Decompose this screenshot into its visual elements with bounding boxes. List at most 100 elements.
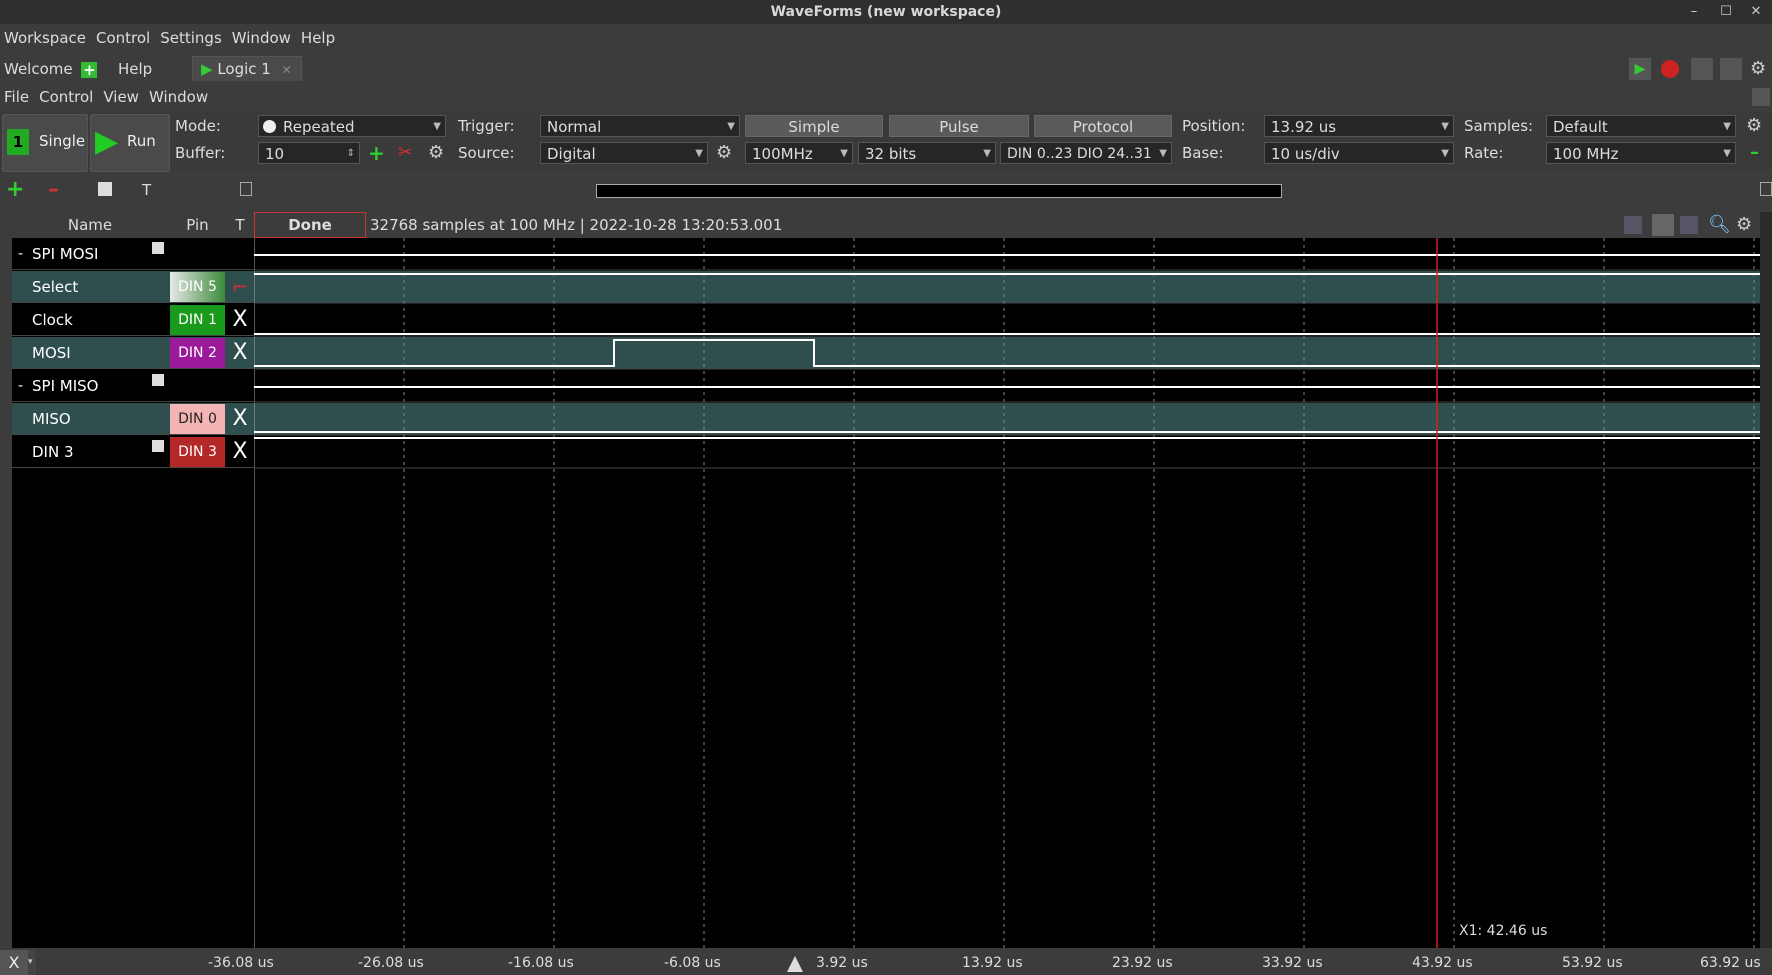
samples-label: Samples: — [1464, 117, 1534, 135]
rate-label: Rate: — [1464, 144, 1504, 162]
pin-badge: DIN 1 — [170, 305, 225, 335]
vertical-scrollbar[interactable] — [1760, 212, 1772, 948]
trigger-ignore-icon[interactable]: X — [226, 403, 254, 435]
minimize-icon[interactable]: – — [1682, 0, 1706, 24]
time-tick: 13.92 us — [962, 955, 1023, 971]
menu-settings[interactable]: Settings — [156, 27, 228, 49]
tab-simple[interactable]: Simple — [745, 115, 883, 137]
channel-row[interactable]: Select DIN 5 ⌐ — [0, 271, 254, 303]
run-all-icon[interactable]: ▶ — [1629, 58, 1651, 80]
maximize-icon[interactable]: ☐ — [1714, 0, 1738, 24]
scissors-icon[interactable]: ✂ — [398, 142, 413, 164]
add-icon[interactable]: + — [81, 61, 98, 78]
trigger-ignore-icon[interactable]: X — [226, 436, 254, 468]
menu-window-sub[interactable]: Window — [145, 86, 214, 108]
single-icon: 1 — [7, 129, 29, 155]
stepper-icon[interactable]: ⇕ — [347, 143, 355, 165]
trigger-select[interactable]: Normal ▼ — [540, 115, 740, 137]
acquisition-toolbar: 1 Single ▶ Run Mode: Repeated ▼ Buffer: 1… — [0, 112, 1772, 172]
tile-icon[interactable] — [1720, 58, 1742, 80]
cascade-icon[interactable] — [1691, 58, 1713, 80]
channel-list-header: Name Pin T — [0, 212, 254, 238]
chevron-down-icon[interactable]: ▾ — [28, 950, 36, 975]
text-tool-icon[interactable]: T — [142, 178, 151, 202]
panel-toggle-icon[interactable] — [240, 182, 252, 196]
menu-view[interactable]: View — [99, 86, 145, 108]
tab-welcome[interactable]: Welcome + — [4, 56, 98, 82]
tab-pulse[interactable]: Pulse — [889, 115, 1029, 137]
channel-row[interactable]: MISO DIN 0 X — [0, 403, 254, 435]
source-select[interactable]: Digital ▼ — [540, 142, 708, 164]
time-tick: 63.92 us — [1700, 955, 1761, 971]
add-channel-icon[interactable]: + — [6, 178, 24, 202]
edit-icon[interactable] — [98, 182, 112, 196]
panel-toggle-right-icon[interactable] — [1760, 182, 1772, 196]
tab-protocol[interactable]: Protocol — [1034, 115, 1172, 137]
trigger-ignore-icon[interactable]: X — [226, 304, 254, 336]
waveform-plot[interactable]: X1: 42.46 us — [254, 238, 1760, 948]
samples-select[interactable]: Default ▼ — [1546, 115, 1736, 137]
zoom-right-icon[interactable] — [1680, 216, 1698, 234]
channel-group-row[interactable]: - SPI MOSI — [0, 238, 254, 270]
horizontal-scrollbar[interactable] — [596, 184, 1282, 198]
stop-all-icon[interactable] — [1661, 60, 1679, 78]
channel-row[interactable]: MOSI DIN 2 X — [0, 337, 254, 369]
mode-select[interactable]: Repeated ▼ — [258, 115, 446, 137]
group-edit-icon[interactable] — [152, 242, 164, 254]
tab-close-icon[interactable]: ✕ — [282, 63, 292, 77]
dio-select[interactable]: DIN 0..23 DIO 24..31 ▼ — [1000, 142, 1172, 164]
single-label: Single — [39, 132, 86, 150]
group-edit-icon[interactable] — [152, 374, 164, 386]
menu-workspace[interactable]: Workspace — [0, 27, 92, 49]
status-text: 32768 samples at 100 MHz | 2022-10-28 13… — [370, 216, 783, 234]
settings-gear-icon[interactable]: ⚙ — [1750, 58, 1770, 80]
channel-edit-icon[interactable] — [152, 440, 164, 452]
menu-control[interactable]: Control — [92, 27, 156, 49]
buffer-stepper[interactable]: 10 ⇕ — [258, 142, 360, 164]
run-button[interactable]: ▶ Run — [90, 114, 170, 172]
collapse-toggle-icon[interactable]: - — [18, 238, 23, 270]
close-icon[interactable]: ✕ — [1744, 0, 1768, 24]
channel-row[interactable]: DIN 3 DIN 3 X — [0, 436, 254, 468]
base-input[interactable]: 10 us/div ▼ — [1264, 142, 1454, 164]
falling-edge-trigger-icon[interactable]: ⌐ — [226, 271, 254, 303]
trigger-ignore-icon[interactable]: X — [226, 337, 254, 369]
zoom-fit-icon[interactable] — [1652, 214, 1674, 236]
zoom-left-icon[interactable] — [1624, 216, 1642, 234]
cursor-x1-label[interactable]: X1: 42.46 us — [1459, 923, 1547, 939]
single-button[interactable]: 1 Single — [2, 114, 88, 172]
menu-file[interactable]: File — [0, 86, 35, 108]
dock-icon[interactable] — [1752, 88, 1770, 106]
pin-badge: DIN 3 — [170, 437, 225, 467]
search-icon[interactable]: 🔍︎ — [1708, 214, 1731, 236]
bits-select[interactable]: 32 bits ▼ — [858, 142, 996, 164]
chevron-down-icon: ▼ — [1159, 148, 1167, 159]
tab-logic[interactable]: ▶ Logic 1 ✕ — [192, 56, 302, 81]
dio-value: DIN 0..23 DIO 24..31 — [1007, 146, 1152, 162]
source-gear-icon[interactable]: ⚙ — [716, 142, 732, 164]
tab-help[interactable]: Help — [118, 56, 152, 82]
add-buffer-icon[interactable]: + — [368, 142, 385, 164]
remove-channel-icon[interactable]: – — [48, 178, 59, 202]
position-input[interactable]: 13.92 us ▼ — [1264, 115, 1454, 137]
chevron-down-icon: ▼ — [433, 121, 441, 132]
mode-value: Repeated — [283, 118, 355, 136]
main-menu-bar: Workspace Control Settings Window Help — [0, 27, 341, 49]
rate-select[interactable]: 100 MHz ▼ — [1546, 142, 1736, 164]
base-label: Base: — [1182, 144, 1224, 162]
trigger-position-marker[interactable] — [787, 956, 803, 972]
base-value: 10 us/div — [1271, 145, 1340, 163]
menu-window[interactable]: Window — [228, 27, 297, 49]
sample-rate-select[interactable]: 100MHz ▼ — [745, 142, 853, 164]
channel-row[interactable]: Clock DIN 1 X — [0, 304, 254, 336]
channel-group-row[interactable]: - SPI MISO — [0, 370, 254, 402]
options-gear-icon[interactable]: ⚙ — [1746, 115, 1762, 137]
menu-help[interactable]: Help — [297, 27, 341, 49]
time-tick: 33.92 us — [1262, 955, 1323, 971]
menu-control-sub[interactable]: Control — [35, 86, 99, 108]
collapse-toggle-icon[interactable]: - — [18, 370, 23, 402]
collapse-icon[interactable]: – — [1750, 142, 1759, 164]
time-axis-x-button[interactable]: X — [0, 950, 28, 975]
grid-gear-icon[interactable]: ⚙ — [1736, 214, 1752, 236]
buffer-gear-icon[interactable]: ⚙ — [428, 142, 444, 164]
